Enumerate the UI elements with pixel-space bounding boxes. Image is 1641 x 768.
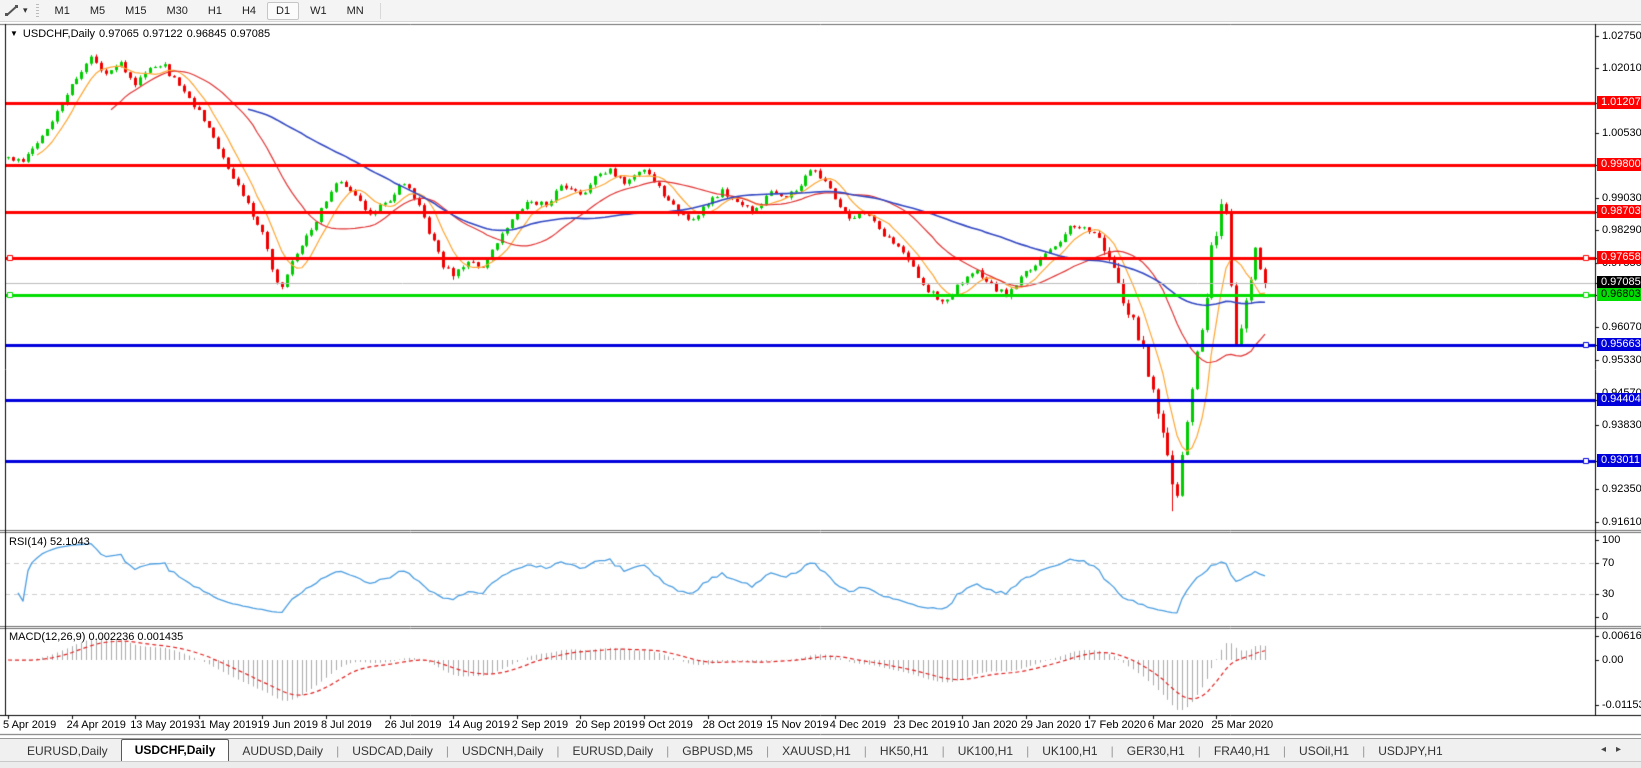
date-tick-label: 28 Oct 2019 [703,719,763,731]
date-tick-label: 26 Jul 2019 [385,719,442,731]
level-price-label[interactable]: 1.01207 [1597,96,1641,109]
timeframe-button-mn[interactable]: MN [338,2,373,20]
rsi-tick-label: 0 [1602,611,1608,623]
timeframe-button-w1[interactable]: W1 [301,2,336,20]
date-tick-label: 20 Sep 2019 [575,719,637,731]
timeframe-button-m30[interactable]: M30 [158,2,197,20]
macd-tick-label: 0.006167 [1602,630,1641,642]
tab-scroll-right-icon[interactable]: ▸ [1616,744,1631,755]
chevron-down-icon[interactable]: ▾ [23,5,28,16]
date-tick-label: 4 Dec 2019 [830,719,886,731]
date-tick-label: 5 Apr 2019 [3,719,56,731]
price-tick-label: 0.95330 [1602,354,1641,366]
chart-tab-usdcad-daily[interactable]: USDCAD,Daily [339,741,446,761]
chart-ohlc-title: ▼ USDCHF,Daily 0.97065 0.97122 0.968450.9708… [10,28,274,40]
date-tick-label: 6 Mar 2020 [1148,719,1204,731]
rsi-tick-label: 70 [1602,557,1614,569]
date-tick-label: 9 Oct 2019 [639,719,693,731]
chart-tab-usdjpy-h1[interactable]: USDJPY,H1 [1365,741,1455,761]
timeframe-button-h4[interactable]: H4 [233,2,265,20]
line-studies-button[interactable]: ▾ [0,3,32,19]
date-tick-label: 10 Jan 2020 [957,719,1018,731]
timeframe-button-d1[interactable]: D1 [267,2,299,20]
date-tick-label: 24 Apr 2019 [67,719,126,731]
macd-indicator-label: MACD(12,26,9) 0.002236 0.001435 [9,631,183,643]
price-tick-label: 0.91610 [1602,516,1641,528]
chart-tab-xauusd-h1[interactable]: XAUUSD,H1 [769,741,864,761]
open-value: 0.97065 [99,28,139,40]
chart-tab-uk100-h1[interactable]: UK100,H1 [1029,741,1110,761]
chart-tab-ger30-h1[interactable]: GER30,H1 [1114,741,1198,761]
timeframe-button-h1[interactable]: H1 [199,2,231,20]
chart-canvas[interactable] [0,0,1641,767]
close-value: 0.97085 [230,28,270,40]
line-studies-icon [3,3,21,19]
date-tick-label: 14 Aug 2019 [448,719,510,731]
chart-tab-bar: EURUSD,DailyUSDCHF,DailyAUDUSD,Daily|USD… [0,738,1641,761]
collapse-triangle-icon[interactable]: ▼ [10,29,18,38]
date-tick-label: 2 Sep 2019 [512,719,568,731]
price-tick-label: 1.02750 [1602,30,1641,42]
chart-tab-uk100-h1[interactable]: UK100,H1 [945,741,1026,761]
timeframe-button-m1[interactable]: M1 [46,2,79,20]
timeframe-toolbar: ▾ M1M5M15M30H1H4D1W1MN [0,0,1641,22]
low-value: 0.96845 [187,28,227,40]
date-tick-label: 17 Feb 2020 [1084,719,1146,731]
date-tick-label: 23 Dec 2019 [893,719,955,731]
timeframe-button-m15[interactable]: M15 [116,2,155,20]
date-tick-label: 8 Jul 2019 [321,719,372,731]
chart-tab-usdcnh-daily[interactable]: USDCNH,Daily [449,741,556,761]
date-tick-label: 13 May 2019 [130,719,194,731]
level-price-label[interactable]: 0.96803 [1597,288,1641,301]
symbol-period-label: USDCHF,Daily [23,28,95,40]
price-tick-label: 1.02010 [1602,62,1641,74]
macd-tick-label: -0.011531 [1602,699,1641,711]
chart-tab-usdchf-daily[interactable]: USDCHF,Daily [121,739,230,762]
level-price-label[interactable]: 0.95663 [1597,338,1641,351]
chart-window: ▾ M1M5M15M30H1H4D1W1MN ▼ USDCHF,Daily 0.97… [0,0,1641,767]
toolbar-separator [380,3,381,19]
price-tick-label: 1.00530 [1602,127,1641,139]
timeframe-buttons: M1M5M15M30H1H4D1W1MN [45,5,374,17]
chart-tab-hk50-h1[interactable]: HK50,H1 [867,741,942,761]
price-tick-label: 0.93830 [1602,419,1641,431]
level-price-label[interactable]: 0.99800 [1597,158,1641,171]
date-tick-label: 29 Jan 2020 [1021,719,1082,731]
level-price-label[interactable]: 0.98703 [1597,205,1641,218]
high-value: 0.97122 [143,28,183,40]
rsi-indicator-label: RSI(14) 52.1043 [9,536,90,548]
chart-tab-fra40-h1[interactable]: FRA40,H1 [1201,741,1283,761]
price-tick-label: 0.92350 [1602,483,1641,495]
chart-tab-audusd-daily[interactable]: AUDUSD,Daily [229,741,336,761]
level-price-label[interactable]: 0.94404 [1597,393,1641,406]
tab-scroll-arrows: ◂▸ [1601,744,1631,755]
date-tick-label: 31 May 2019 [194,719,258,731]
date-tick-label: 15 Nov 2019 [766,719,828,731]
rsi-tick-label: 30 [1602,588,1614,600]
date-tick-label: 25 Mar 2020 [1211,719,1273,731]
level-price-label[interactable]: 0.93011 [1597,454,1641,467]
toolbar-drag-handle[interactable] [36,4,39,18]
rsi-tick-label: 100 [1602,534,1620,546]
chart-tab-gbpusd-m5[interactable]: GBPUSD,M5 [669,741,766,761]
price-tick-label: 0.99030 [1602,192,1641,204]
chart-tab-eurusd-daily[interactable]: EURUSD,Daily [559,741,666,761]
price-tick-label: 0.98290 [1602,224,1641,236]
chart-tab-eurusd-daily[interactable]: EURUSD,Daily [14,741,121,761]
macd-tick-label: 0.00 [1602,654,1623,666]
current-price-label: 0.97085 [1597,276,1641,289]
date-tick-label: 19 Jun 2019 [257,719,318,731]
timeframe-button-m5[interactable]: M5 [81,2,114,20]
level-price-label[interactable]: 0.97658 [1597,251,1641,264]
price-tick-label: 0.96070 [1602,321,1641,333]
tab-scroll-left-icon[interactable]: ◂ [1601,744,1616,755]
chart-tab-usoil-h1[interactable]: USOil,H1 [1286,741,1362,761]
